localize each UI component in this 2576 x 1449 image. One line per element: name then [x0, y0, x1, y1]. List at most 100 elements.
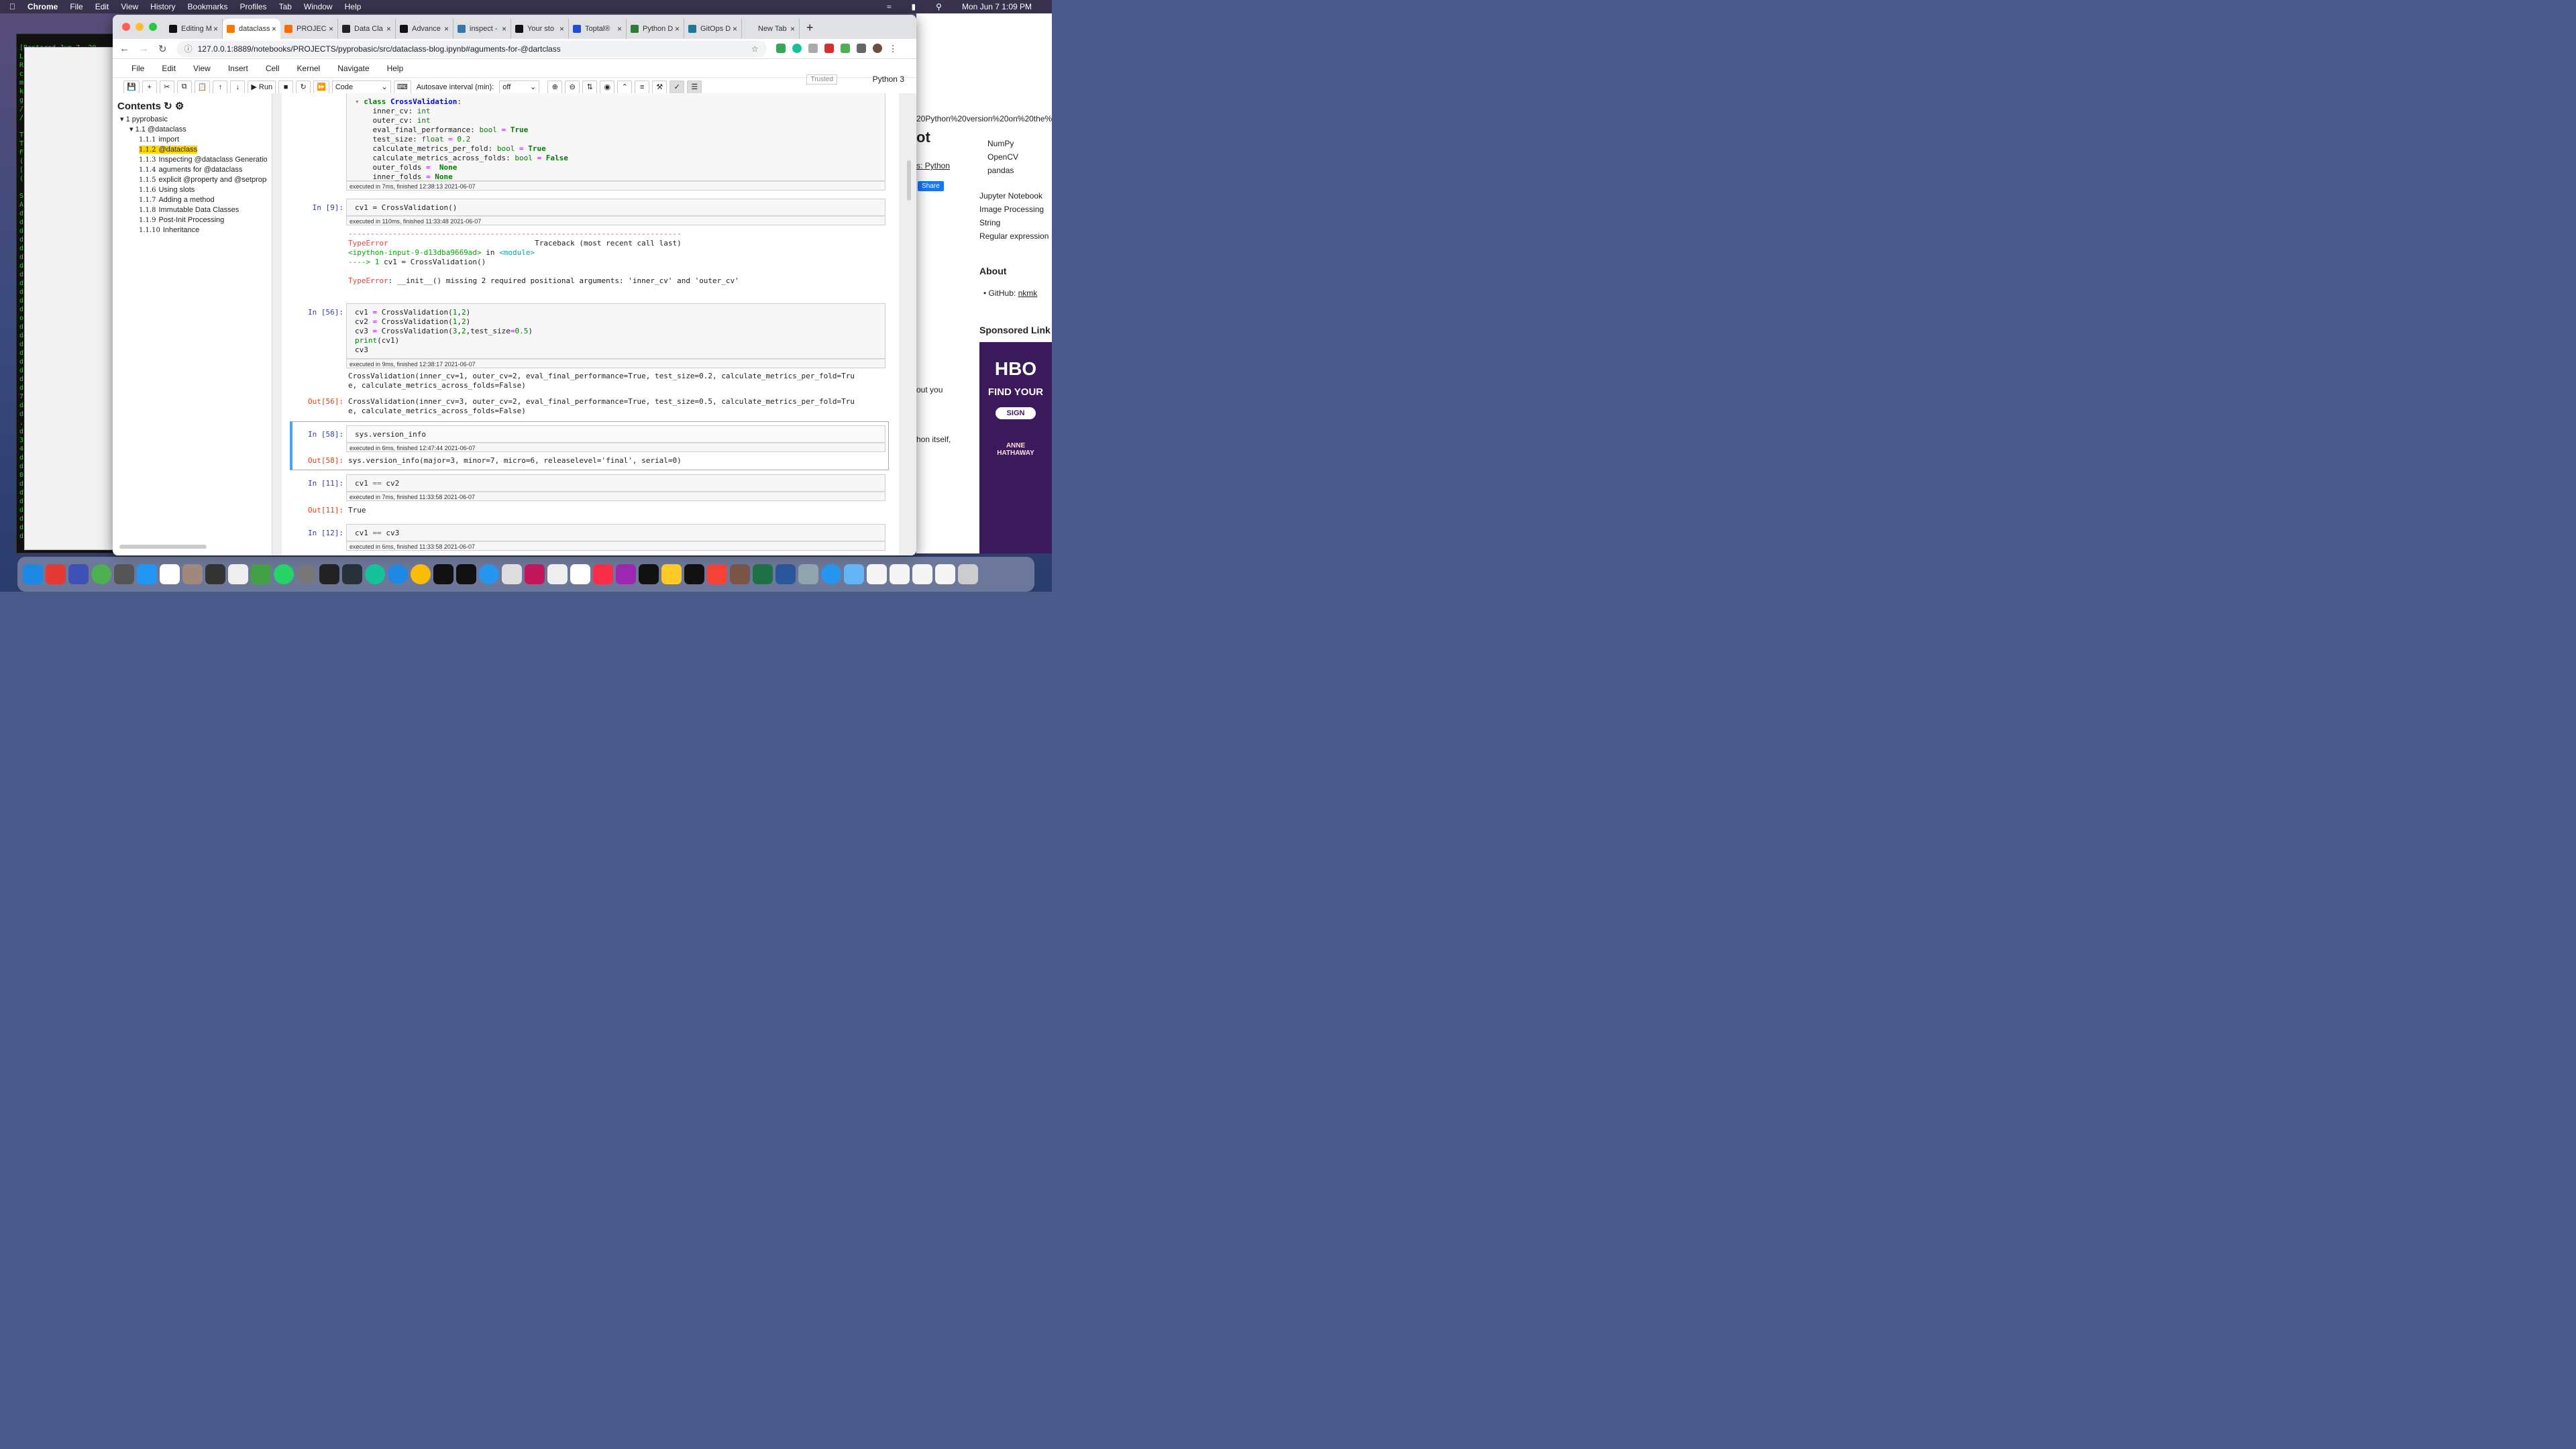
jmenu-kernel[interactable]: Kernel	[297, 64, 321, 73]
close-tab-icon[interactable]: ×	[675, 24, 680, 34]
app-icon[interactable]	[91, 564, 111, 584]
list-icon[interactable]: ≡	[635, 80, 650, 94]
apple-icon[interactable]: 	[9, 2, 15, 11]
menu-profiles[interactable]: Profiles	[240, 2, 267, 11]
app-icon[interactable]	[570, 564, 590, 584]
refresh-icon[interactable]: ↻	[164, 101, 172, 112]
menu-window[interactable]: Window	[304, 2, 333, 11]
code-cell[interactable]: cv1 = CrossValidation(1,2) cv2 = CrossVa…	[346, 303, 885, 359]
window-thumbnail[interactable]	[867, 564, 887, 584]
notebook-cells[interactable]: ▾ class CrossValidation: inner_cv: int o…	[282, 93, 899, 555]
menu-history[interactable]: History	[150, 2, 175, 11]
check-icon[interactable]: ✓	[669, 80, 685, 94]
code-cell[interactable]: sys.version_info	[346, 425, 885, 443]
calculator-icon[interactable]	[114, 564, 134, 584]
zoom-in-icon[interactable]: ⊕	[547, 80, 563, 94]
github-link[interactable]: nkmk	[1018, 288, 1038, 298]
toc-item[interactable]: 1.1.7 Adding a method	[117, 195, 267, 205]
music-icon[interactable]	[593, 564, 613, 584]
contacts-icon[interactable]	[182, 564, 203, 584]
browser-tab[interactable]: PROJEC ×	[280, 19, 338, 39]
omnibox[interactable]: ⓘ 127.0.0.1:8889/notebooks/PROJECTS/pypr…	[176, 40, 767, 57]
docker-icon[interactable]	[479, 564, 499, 584]
app-icon[interactable]	[502, 564, 522, 584]
browser-tab[interactable]: Toptal® ×	[569, 19, 627, 39]
app-icon[interactable]	[730, 564, 750, 584]
tag[interactable]: OpenCV	[987, 150, 1018, 164]
browser-tab[interactable]: Data Cla ×	[338, 19, 396, 39]
save-icon[interactable]: 💾	[123, 80, 140, 94]
menu-view[interactable]: View	[121, 2, 138, 11]
finder-icon[interactable]	[23, 564, 43, 584]
new-tab-icon[interactable]: +	[806, 21, 814, 35]
add-cell-icon[interactable]: +	[142, 80, 157, 94]
app-icon[interactable]	[205, 564, 225, 584]
github-icon[interactable]: ◉	[600, 80, 615, 94]
minimize-window-icon[interactable]	[136, 23, 144, 31]
caret-down-icon[interactable]: ▾	[120, 115, 126, 123]
kebab-menu-icon[interactable]: ⋮	[889, 44, 898, 54]
tag[interactable]: pandas	[987, 164, 1018, 177]
app-icon[interactable]	[525, 564, 545, 584]
system-preferences-icon[interactable]	[297, 564, 317, 584]
clock[interactable]: Mon Jun 7 1:09 PM	[962, 2, 1032, 11]
photos-icon[interactable]	[661, 564, 682, 584]
code-cell[interactable]: cv1 == cv2	[346, 474, 885, 492]
info-icon[interactable]: ⓘ	[184, 43, 193, 54]
menu-help[interactable]: Help	[345, 2, 362, 11]
move-down-icon[interactable]: ↓	[230, 80, 246, 94]
stop-icon[interactable]: ■	[278, 80, 294, 94]
jmenu-help[interactable]: Help	[387, 64, 404, 73]
bookmark-star-icon[interactable]: ☆	[751, 44, 759, 54]
restart-icon[interactable]: ↻	[296, 80, 311, 94]
app-icon[interactable]	[228, 564, 248, 584]
kernel-name[interactable]: Python 3	[873, 74, 904, 84]
toc-item[interactable]: 1.1.9 Post-Init Processing	[117, 215, 267, 225]
trash-icon[interactable]	[958, 564, 978, 584]
drive-icon[interactable]	[775, 43, 786, 53]
collapse-icon[interactable]: ⌃	[617, 80, 633, 94]
menu-app[interactable]: Chrome	[28, 2, 58, 11]
forward-icon[interactable]: →	[139, 43, 149, 54]
app-icon[interactable]	[684, 564, 704, 584]
code-cell[interactable]: ▾ class CrossValidation: inner_cv: int o…	[346, 93, 885, 181]
reload-icon[interactable]: ↻	[158, 43, 167, 55]
docker-icon[interactable]	[821, 564, 841, 584]
wifi-icon[interactable]: ≈	[887, 2, 892, 11]
topic-link[interactable]: String	[979, 216, 1049, 229]
topic-link[interactable]: Regular expression	[979, 229, 1049, 243]
tag[interactable]: NumPy	[987, 137, 1018, 150]
toc-item[interactable]: 1.1.6 Using slots	[117, 185, 267, 195]
toc-item[interactable]: 1.1.8 Immutable Data Classes	[117, 205, 267, 215]
pycharm-icon[interactable]	[433, 564, 453, 584]
autosave-select[interactable]: off ⌄	[499, 80, 540, 94]
paste-icon[interactable]: 📋	[194, 80, 211, 94]
jmenu-edit[interactable]: Edit	[162, 64, 176, 73]
battery-icon[interactable]: ▮	[912, 2, 916, 11]
topic-link[interactable]: Jupyter Notebook	[979, 189, 1049, 203]
browser-tab[interactable]: Advance ×	[396, 19, 453, 39]
grammarly-icon[interactable]	[792, 43, 802, 53]
browser-tab[interactable]: New Tab ×	[742, 19, 800, 39]
folder-icon[interactable]	[844, 564, 864, 584]
calendar-icon[interactable]	[160, 564, 180, 584]
toc-item[interactable]: 1.1.1 import	[117, 135, 267, 145]
toc-toggle-icon[interactable]: ☰	[687, 80, 702, 94]
fb-share-button[interactable]: Share	[918, 181, 944, 191]
puzzle-icon[interactable]	[856, 43, 866, 53]
mail-icon[interactable]	[68, 564, 89, 584]
word-icon[interactable]	[775, 564, 796, 584]
tasks-icon[interactable]	[46, 564, 66, 584]
extension-icon[interactable]	[808, 43, 818, 53]
activity-monitor-icon[interactable]	[342, 564, 362, 584]
excel-icon[interactable]	[753, 564, 773, 584]
toc-item[interactable]: 1.1.3 Inspecting @dataclass Generation	[117, 155, 267, 165]
hammer-icon[interactable]: ⚒	[652, 80, 667, 94]
menu-file[interactable]: File	[70, 2, 83, 11]
browser-tab[interactable]: dataclass ×	[223, 19, 280, 39]
browser-tab[interactable]: Editing M ×	[165, 19, 223, 39]
close-tab-icon[interactable]: ×	[502, 24, 506, 34]
sigma-icon[interactable]	[840, 43, 850, 53]
copy-icon[interactable]: ⧉	[176, 80, 192, 94]
tv-icon[interactable]	[639, 564, 659, 584]
